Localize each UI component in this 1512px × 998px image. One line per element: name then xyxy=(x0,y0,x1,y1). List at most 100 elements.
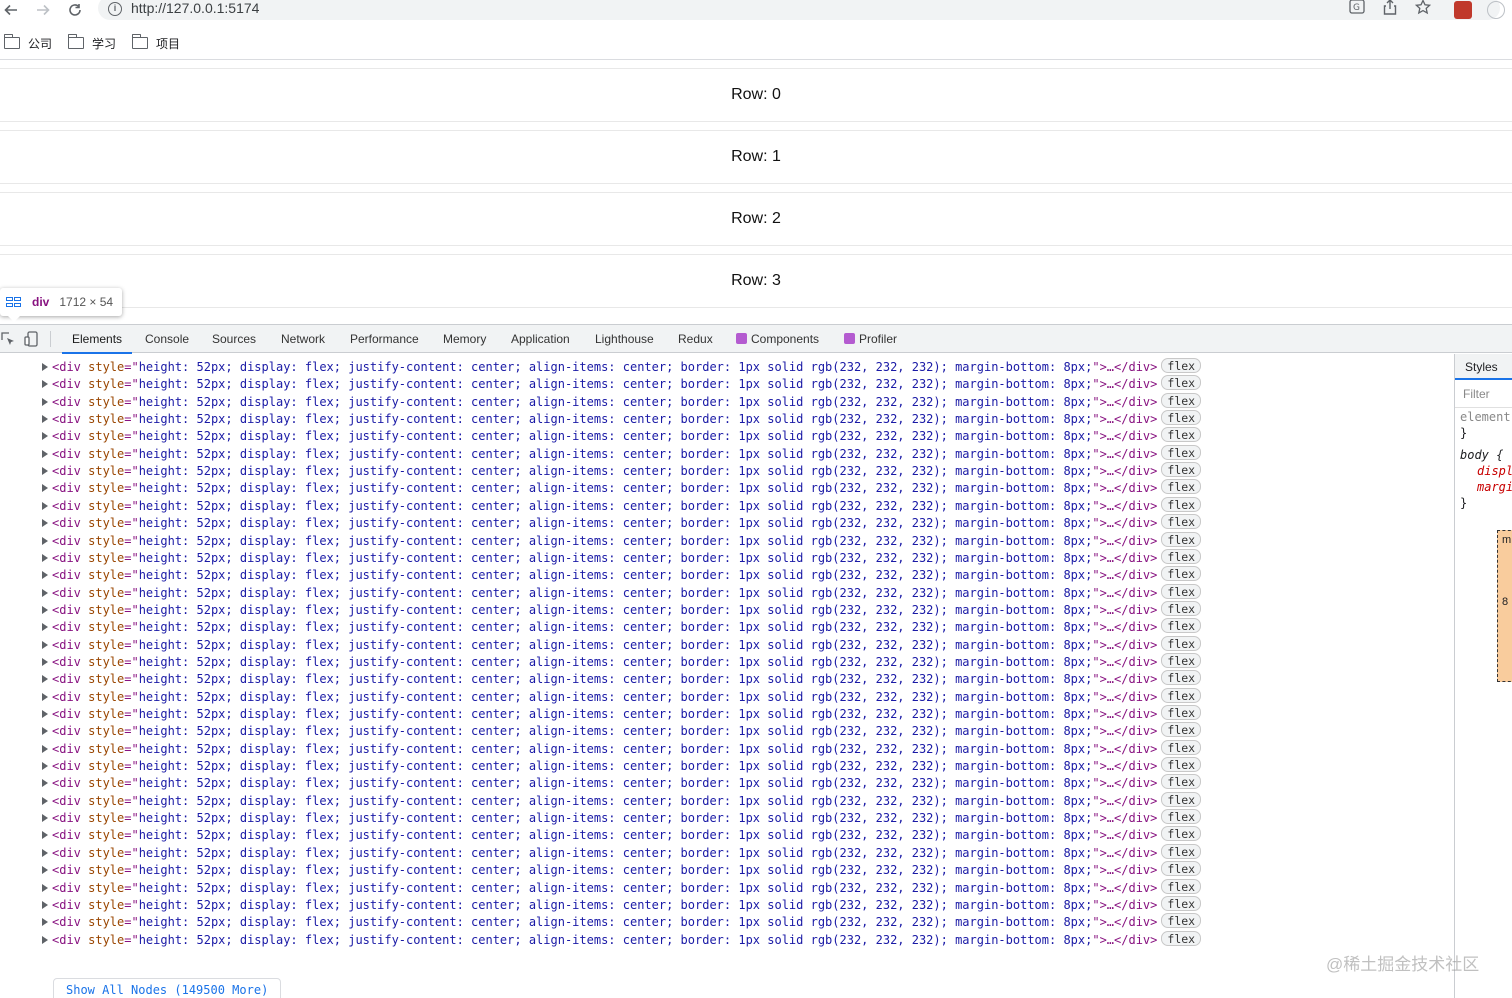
flex-badge[interactable]: flex xyxy=(1161,444,1202,460)
bookmark-star-icon[interactable] xyxy=(1414,0,1432,15)
expand-arrow-icon[interactable] xyxy=(42,831,48,840)
back-icon[interactable] xyxy=(0,0,22,20)
tab-styles[interactable]: Styles xyxy=(1455,354,1512,380)
dom-node-row[interactable]: <div style="height: 52px; display: flex;… xyxy=(0,791,1454,809)
dom-node-row[interactable]: <div style="height: 52px; display: flex;… xyxy=(0,826,1454,843)
expand-arrow-icon[interactable] xyxy=(42,397,48,406)
expand-arrow-icon[interactable] xyxy=(42,883,48,892)
dom-node-row[interactable]: <div style="height: 52px; display: flex;… xyxy=(0,635,1454,653)
dom-node-row[interactable]: <div style="height: 52px; display: flex;… xyxy=(0,722,1454,739)
flex-badge[interactable]: flex xyxy=(1161,514,1202,530)
expand-arrow-icon[interactable] xyxy=(42,553,48,562)
expand-arrow-icon[interactable] xyxy=(42,762,48,771)
dom-node-row[interactable]: <div style="height: 52px; display: flex;… xyxy=(0,600,1454,618)
dom-node-row[interactable]: <div style="height: 52px; display: flex;… xyxy=(0,479,1454,496)
dom-node-row[interactable]: <div style="height: 52px; display: flex;… xyxy=(0,809,1454,826)
dom-node-row[interactable]: <div style="height: 52px; display: flex;… xyxy=(0,462,1454,479)
tab-redux[interactable]: Redux xyxy=(676,325,715,353)
flex-badge[interactable]: flex xyxy=(1161,687,1202,703)
dom-node-row[interactable]: <div style="height: 52px; display: flex;… xyxy=(0,913,1454,930)
expand-arrow-icon[interactable] xyxy=(42,484,48,493)
expand-arrow-icon[interactable] xyxy=(42,623,48,632)
flex-badge[interactable]: flex xyxy=(1161,757,1202,773)
expand-arrow-icon[interactable] xyxy=(42,848,48,857)
dom-node-row[interactable]: <div style="height: 52px; display: flex;… xyxy=(0,566,1454,583)
dom-node-row[interactable]: <div style="height: 52px; display: flex;… xyxy=(0,843,1454,861)
dom-node-row[interactable]: <div style="height: 52px; display: flex;… xyxy=(0,861,1454,878)
share-icon[interactable] xyxy=(1381,0,1399,15)
flex-badge[interactable]: flex xyxy=(1161,479,1202,495)
flex-badge[interactable]: flex xyxy=(1161,410,1202,426)
reload-icon[interactable] xyxy=(64,0,86,20)
address-bar[interactable]: i http://127.0.0.1:5174 G xyxy=(98,0,1500,20)
bookmark-folder[interactable]: 项目 xyxy=(131,34,180,52)
dom-node-row[interactable]: <div style="height: 52px; display: flex;… xyxy=(0,583,1454,601)
expand-arrow-icon[interactable] xyxy=(42,588,48,597)
tab-sources[interactable]: Sources xyxy=(210,325,258,353)
flex-badge[interactable]: flex xyxy=(1161,930,1202,946)
dom-node-row[interactable]: <div style="height: 52px; display: flex;… xyxy=(0,739,1454,757)
flex-badge[interactable]: flex xyxy=(1161,843,1202,859)
dom-node-row[interactable]: <div style="height: 52px; display: flex;… xyxy=(0,895,1454,913)
expand-arrow-icon[interactable] xyxy=(42,692,48,701)
flex-badge[interactable]: flex xyxy=(1161,462,1202,478)
flex-badge[interactable]: flex xyxy=(1161,895,1202,911)
dom-node-row[interactable]: <div style="height: 52px; display: flex;… xyxy=(0,670,1454,687)
dom-node-row[interactable]: <div style="height: 52px; display: flex;… xyxy=(0,548,1454,566)
expand-arrow-icon[interactable] xyxy=(42,744,48,753)
dom-node-row[interactable]: <div style="height: 52px; display: flex;… xyxy=(0,652,1454,670)
bookmark-folder[interactable]: 公司 xyxy=(3,34,52,52)
expand-arrow-icon[interactable] xyxy=(42,727,48,736)
expand-arrow-icon[interactable] xyxy=(42,467,48,476)
flex-badge[interactable]: flex xyxy=(1161,427,1202,443)
tab-console[interactable]: Console xyxy=(143,325,191,353)
translate-icon[interactable]: G xyxy=(1348,0,1366,15)
expand-arrow-icon[interactable] xyxy=(42,605,48,614)
flex-badge[interactable]: flex xyxy=(1161,635,1202,651)
dom-node-row[interactable]: <div style="height: 52px; display: flex;… xyxy=(0,392,1454,410)
expand-arrow-icon[interactable] xyxy=(42,796,48,805)
flex-badge[interactable]: flex xyxy=(1161,566,1202,582)
dom-node-row[interactable]: <div style="height: 52px; display: flex;… xyxy=(0,930,1454,948)
flex-badge[interactable]: flex xyxy=(1161,722,1202,738)
dom-node-row[interactable]: <div style="height: 52px; display: flex;… xyxy=(0,705,1454,722)
flex-badge[interactable]: flex xyxy=(1161,791,1202,807)
flex-badge[interactable]: flex xyxy=(1161,358,1202,373)
tab-network[interactable]: Network xyxy=(279,325,327,353)
expand-arrow-icon[interactable] xyxy=(42,571,48,580)
inspect-element-icon[interactable] xyxy=(0,331,16,347)
expand-arrow-icon[interactable] xyxy=(42,918,48,927)
flex-badge[interactable]: flex xyxy=(1161,670,1202,686)
dom-node-row[interactable]: <div style="height: 52px; display: flex;… xyxy=(0,774,1454,791)
expand-arrow-icon[interactable] xyxy=(42,657,48,666)
expand-arrow-icon[interactable] xyxy=(42,675,48,684)
flex-badge[interactable]: flex xyxy=(1161,774,1202,790)
tab-memory[interactable]: Memory xyxy=(441,325,488,353)
expand-arrow-icon[interactable] xyxy=(42,415,48,424)
flex-badge[interactable]: flex xyxy=(1161,739,1202,755)
styles-filter-input[interactable]: Filter xyxy=(1455,381,1512,408)
flex-badge[interactable]: flex xyxy=(1161,548,1202,564)
show-all-nodes-button[interactable]: Show All Nodes (149500 More) xyxy=(53,978,281,998)
extension-icon[interactable] xyxy=(1454,1,1472,19)
flex-badge[interactable]: flex xyxy=(1161,652,1202,668)
expand-arrow-icon[interactable] xyxy=(42,900,48,909)
flex-badge[interactable]: flex xyxy=(1161,531,1202,547)
flex-badge[interactable]: flex xyxy=(1161,809,1202,825)
expand-arrow-icon[interactable] xyxy=(42,501,48,510)
profile-icon[interactable] xyxy=(1487,1,1505,19)
flex-badge[interactable]: flex xyxy=(1161,878,1202,894)
device-toggle-icon[interactable] xyxy=(24,331,40,347)
flex-badge[interactable]: flex xyxy=(1161,618,1202,634)
expand-arrow-icon[interactable] xyxy=(42,935,48,944)
dom-node-row[interactable]: <div style="height: 52px; display: flex;… xyxy=(0,410,1454,427)
expand-arrow-icon[interactable] xyxy=(42,710,48,718)
flex-badge[interactable]: flex xyxy=(1161,600,1202,616)
dom-node-row[interactable]: <div style="height: 52px; display: flex;… xyxy=(0,375,1454,392)
flex-badge[interactable]: flex xyxy=(1161,392,1202,408)
expand-arrow-icon[interactable] xyxy=(42,866,48,875)
dom-node-row[interactable]: <div style="height: 52px; display: flex;… xyxy=(0,878,1454,896)
tab-application[interactable]: Application xyxy=(509,325,572,353)
flex-badge[interactable]: flex xyxy=(1161,375,1202,391)
dom-node-row[interactable]: <div style="height: 52px; display: flex;… xyxy=(0,496,1454,514)
